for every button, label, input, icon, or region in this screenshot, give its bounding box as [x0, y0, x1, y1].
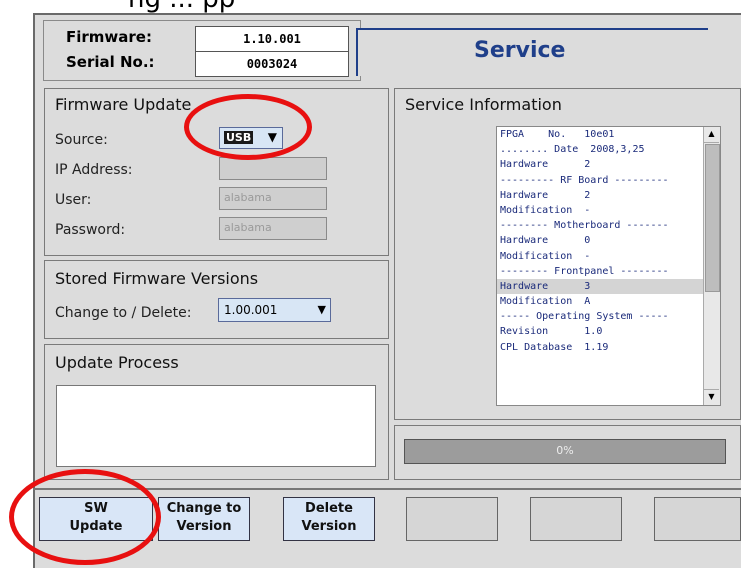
empty-softkey-2[interactable] — [530, 497, 622, 541]
service-info-line[interactable]: ........ Date 2008,3,25 — [497, 142, 720, 157]
service-info-line[interactable]: Hardware 2 — [497, 157, 720, 172]
annotation-circle-source — [184, 94, 312, 160]
scrollbar-thumb[interactable] — [705, 144, 720, 292]
ip-address-label: IP Address: — [55, 162, 133, 178]
service-information-list[interactable]: FPGA No. 10e01........ Date 2008,3,25 Har… — [496, 126, 721, 406]
stored-version-dropdown[interactable]: 1.00.001 ▼ — [218, 298, 331, 322]
progress-text: 0% — [556, 444, 574, 457]
change-line1: Change to — [166, 501, 242, 516]
delete-line1: Delete — [305, 501, 353, 516]
password-label: Password: — [55, 222, 126, 238]
user-label: User: — [55, 192, 92, 208]
user-field[interactable]: alabama — [219, 187, 327, 210]
change-to-version-button[interactable]: Change to Version — [158, 497, 250, 541]
stored-version-selected: 1.00.001 — [224, 303, 278, 317]
service-info-scrollbar[interactable]: ▲ ▼ — [703, 127, 720, 405]
service-info-line[interactable]: Hardware 0 — [497, 233, 720, 248]
service-information-title: Service Information — [405, 95, 562, 114]
update-process-title: Update Process — [55, 353, 179, 372]
stored-versions-title: Stored Firmware Versions — [55, 269, 259, 288]
source-label: Source: — [55, 132, 108, 148]
header-info-box — [43, 20, 361, 81]
change-delete-label: Change to / Delete: — [55, 305, 192, 321]
password-field[interactable]: alabama — [219, 217, 327, 240]
cropped-page-heading: ng ... pp — [128, 0, 235, 14]
firmware-update-title: Firmware Update — [55, 95, 192, 114]
annotation-circle-sw-update — [9, 469, 161, 565]
update-process-panel: Update Process — [44, 344, 389, 480]
service-info-line[interactable]: Hardware 2 — [497, 188, 720, 203]
service-info-line[interactable]: -------- Motherboard ------- — [497, 218, 720, 233]
service-info-line[interactable]: Revision 1.0 — [497, 324, 720, 339]
tab-service[interactable]: Service — [356, 28, 708, 76]
service-info-line[interactable]: ----- Operating System ----- — [497, 309, 720, 324]
delete-line2: Version — [301, 519, 357, 534]
service-info-lines: FPGA No. 10e01........ Date 2008,3,25 Har… — [497, 127, 720, 355]
service-info-line[interactable]: CPL Database 1.19 — [497, 340, 720, 355]
change-line2: Version — [176, 519, 232, 534]
tab-service-label: Service — [474, 38, 566, 63]
service-info-line[interactable]: FPGA No. 10e01 — [497, 127, 720, 142]
service-info-line[interactable]: --------- RF Board --------- — [497, 173, 720, 188]
service-info-line[interactable]: Modification - — [497, 203, 720, 218]
progress-bar: 0% — [404, 439, 726, 464]
empty-softkey-3[interactable] — [654, 497, 741, 541]
service-info-line[interactable]: Modification A — [497, 294, 720, 309]
ip-address-field[interactable] — [219, 157, 327, 180]
update-process-log — [56, 385, 376, 467]
empty-softkey-1[interactable] — [406, 497, 498, 541]
stored-firmware-versions-panel: Stored Firmware Versions Change to / Del… — [44, 260, 389, 339]
scroll-down-icon[interactable]: ▼ — [704, 389, 719, 405]
scroll-up-icon[interactable]: ▲ — [704, 127, 719, 143]
service-info-line[interactable]: -------- Frontpanel -------- — [497, 264, 720, 279]
chevron-down-icon: ▼ — [317, 303, 326, 316]
progress-panel: 0% — [394, 425, 741, 480]
service-info-line[interactable]: Hardware 3 — [497, 278, 720, 295]
delete-version-button[interactable]: Delete Version — [283, 497, 375, 541]
service-info-line[interactable]: Modification - — [497, 249, 720, 264]
